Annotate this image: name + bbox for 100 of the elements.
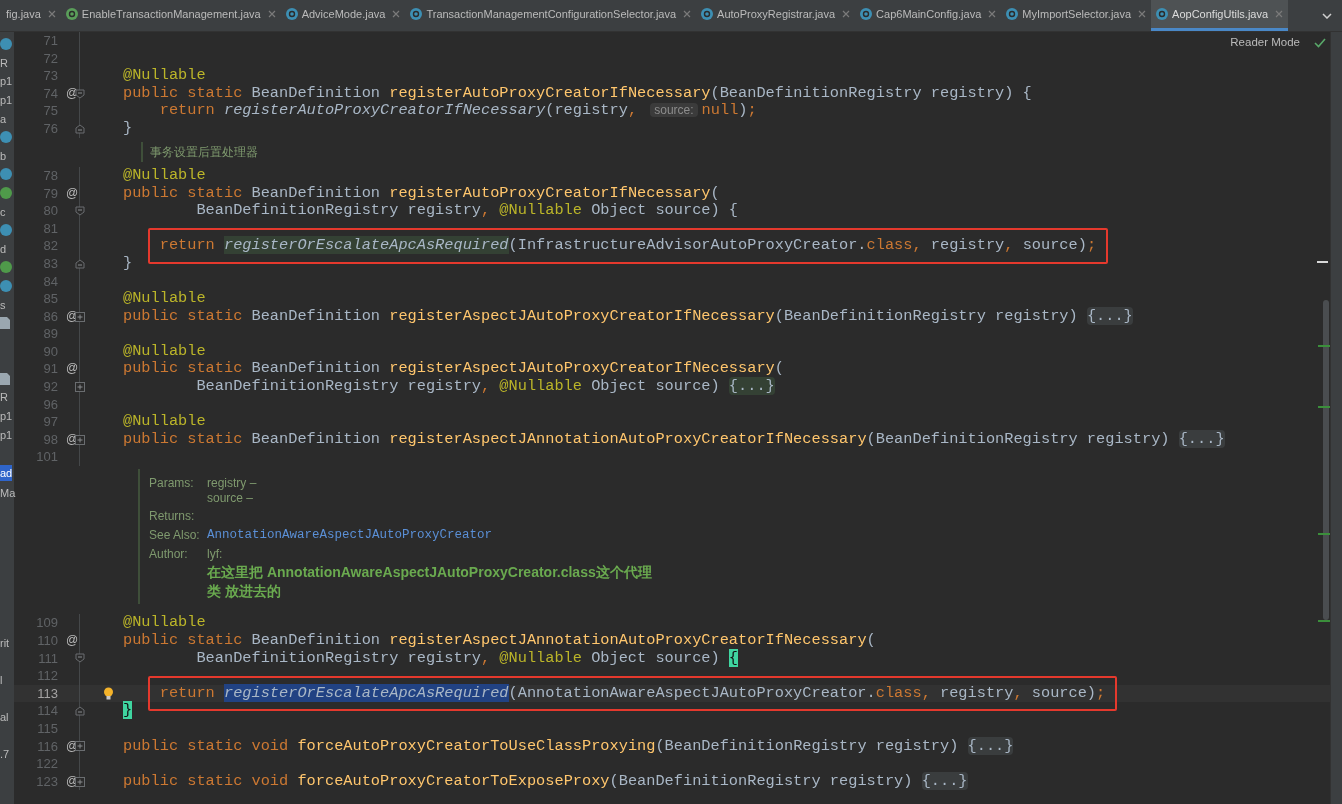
tab-label: AutoProxyRegistrar.java bbox=[717, 6, 836, 22]
folded-code: {...} bbox=[967, 736, 1014, 755]
code-text: Object source) bbox=[591, 648, 721, 667]
editor-tab[interactable]: TransactionManagementConfigurationSelector.java bbox=[405, 0, 697, 31]
project-tree-item[interactable]: Ma bbox=[0, 484, 16, 501]
code-text: BeanDefinitionRegistry registry bbox=[196, 377, 481, 396]
editor-tab[interactable]: AdviceMode.java bbox=[280, 0, 406, 31]
reader-mode-toggle[interactable]: Reader Mode bbox=[1230, 34, 1300, 52]
method-name: forceAutoProxyCreatorToExposeProxy bbox=[297, 771, 610, 790]
override-marker[interactable]: @ bbox=[65, 184, 79, 203]
tab-label: MyImportSelector.java bbox=[1022, 6, 1132, 22]
project-tree-item[interactable]: a bbox=[0, 110, 7, 127]
project-tree-item[interactable]: p1 bbox=[0, 92, 13, 109]
project-tree-item[interactable]: .7 bbox=[0, 746, 10, 763]
doc-link[interactable]: AnnotationAwareAspectJAutoProxyCreator bbox=[207, 528, 493, 544]
project-tree-item[interactable]: ad bbox=[0, 464, 13, 481]
expand-icon[interactable] bbox=[74, 381, 85, 392]
project-tree-item[interactable]: d bbox=[0, 240, 7, 257]
expand-icon[interactable] bbox=[74, 741, 85, 752]
project-tree-item[interactable]: al bbox=[0, 709, 9, 726]
folded-code: {...} bbox=[1178, 429, 1225, 448]
scrollbar-thumb[interactable] bbox=[1323, 300, 1329, 620]
fold-icon[interactable] bbox=[74, 706, 85, 717]
class-icon bbox=[0, 168, 12, 181]
lightbulb-icon[interactable] bbox=[102, 686, 114, 701]
line-number: 71 bbox=[42, 32, 58, 50]
chevron-down-icon[interactable] bbox=[1322, 12, 1332, 19]
override-marker[interactable]: @ bbox=[65, 360, 79, 379]
close-icon[interactable] bbox=[1138, 10, 1147, 18]
line-number: 92 bbox=[42, 378, 58, 396]
code-text: BeanDefinitionRegistry registry bbox=[196, 201, 481, 220]
code-text: } bbox=[123, 253, 133, 272]
close-icon[interactable] bbox=[1275, 10, 1284, 18]
annotation: @Nullable bbox=[499, 377, 583, 396]
expand-icon[interactable] bbox=[74, 311, 85, 322]
doc-label: Params: bbox=[149, 476, 195, 493]
project-tree-item[interactable]: b bbox=[0, 147, 7, 164]
expand-icon[interactable] bbox=[74, 434, 85, 445]
rendered-doc-comment: 事务设置后置处理器 bbox=[150, 144, 258, 162]
project-tree-item[interactable]: p1 bbox=[0, 426, 13, 443]
override-marker[interactable]: @ bbox=[65, 632, 79, 650]
project-tree-item[interactable]: p1 bbox=[0, 73, 13, 90]
line-number: 73 bbox=[42, 67, 58, 85]
doc-label: Returns: bbox=[149, 509, 195, 525]
annotation: @Nullable bbox=[123, 165, 206, 184]
keyword: , bbox=[921, 683, 932, 702]
scroll-marker bbox=[1318, 406, 1330, 408]
line-number: 79 bbox=[42, 184, 58, 203]
line-number: 109 bbox=[35, 614, 58, 633]
matched-brace: { bbox=[728, 648, 739, 667]
class-icon bbox=[0, 187, 12, 200]
method-name: registerAutoProxyCreatorIfNecessary bbox=[389, 83, 711, 102]
keyword: public static bbox=[123, 83, 244, 102]
editor-tab[interactable]: MyImportSelector.java bbox=[1001, 0, 1152, 31]
method-name: registerAutoProxyCreatorIfNecessary bbox=[389, 183, 711, 202]
method-name: registerAspectJAnnotationAutoProxyCreatorIfNecessary bbox=[389, 429, 867, 448]
line-number: 85 bbox=[42, 290, 58, 308]
project-tree-item[interactable]: rit bbox=[0, 635, 10, 652]
close-icon[interactable] bbox=[683, 10, 692, 18]
keyword: public static void bbox=[123, 736, 290, 755]
project-tree-item[interactable]: R bbox=[0, 389, 8, 406]
file-type-icon bbox=[410, 8, 423, 20]
fold-icon[interactable] bbox=[74, 123, 85, 134]
tab-label: AopConfigUtils.java bbox=[1172, 6, 1269, 22]
code-text: BeanDefinition bbox=[251, 631, 382, 650]
method-call: registerOrEscalateApcAsRequired bbox=[223, 236, 509, 255]
close-icon[interactable] bbox=[392, 10, 401, 18]
file-icon bbox=[0, 372, 10, 385]
line-number: 110 bbox=[36, 632, 58, 650]
project-tree-item[interactable]: l bbox=[0, 672, 3, 689]
line-number: 113 bbox=[36, 684, 58, 703]
line-number: 111 bbox=[37, 649, 58, 668]
editor-tab[interactable]: AutoProxyRegistrar.java bbox=[696, 0, 856, 31]
fold-icon[interactable] bbox=[74, 653, 85, 664]
method-name: registerAspectJAutoProxyCreatorIfNecessary bbox=[389, 359, 775, 378]
close-icon[interactable] bbox=[842, 10, 851, 18]
line-number: 98 bbox=[42, 430, 58, 449]
close-icon[interactable] bbox=[267, 10, 276, 18]
keyword: class bbox=[875, 683, 922, 702]
doc-author: lyf: bbox=[207, 547, 224, 563]
keyword: , bbox=[481, 377, 492, 396]
fold-icon[interactable] bbox=[74, 258, 85, 269]
keyword: , bbox=[627, 101, 639, 120]
close-icon[interactable] bbox=[47, 10, 56, 18]
class-icon bbox=[0, 131, 12, 144]
doc-param: registry – bbox=[207, 476, 257, 492]
line-number: 74 bbox=[42, 84, 58, 103]
code-text: (BeanDefinitionRegistry registry) bbox=[774, 306, 1079, 325]
fold-icon[interactable] bbox=[74, 205, 85, 216]
project-tree-item[interactable]: p1 bbox=[0, 408, 13, 424]
project-tree-item[interactable]: c bbox=[0, 203, 6, 220]
code-text: (BeanDefinitionRegistry registry) bbox=[609, 771, 914, 790]
project-tree-item[interactable]: s bbox=[0, 296, 6, 313]
close-icon[interactable] bbox=[988, 10, 997, 18]
editor-tab[interactable]: Cap6MainConfig.java bbox=[855, 0, 1002, 31]
project-tree-item[interactable]: R bbox=[0, 54, 8, 71]
editor-tab[interactable]: EnableTransactionManagement.java bbox=[60, 0, 281, 31]
expand-icon[interactable] bbox=[74, 776, 85, 787]
editor-tab[interactable]: fig.java bbox=[0, 0, 61, 31]
editor-tab[interactable]: AopConfigUtils.java bbox=[1151, 0, 1289, 31]
